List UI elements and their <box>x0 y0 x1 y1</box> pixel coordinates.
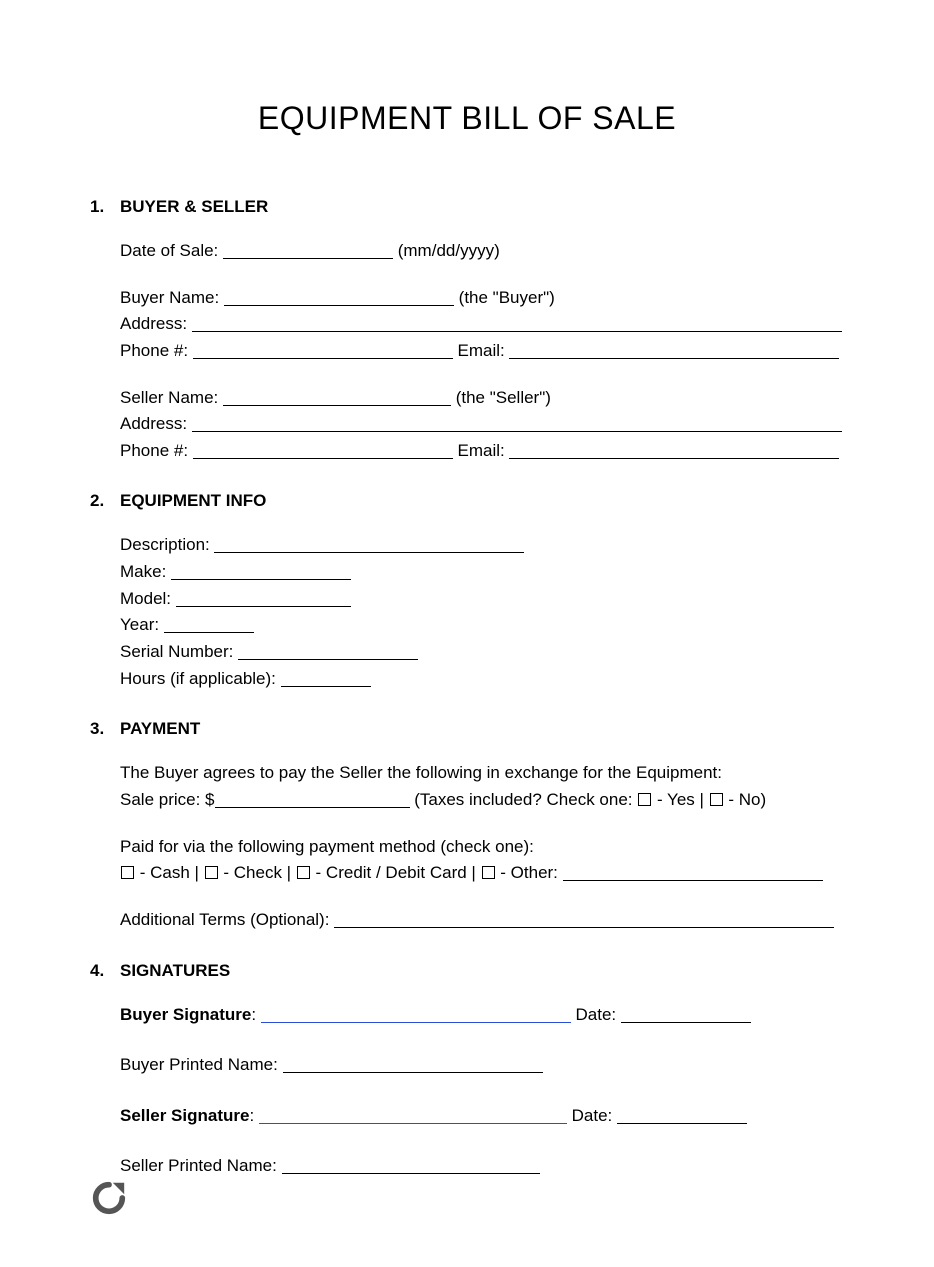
label-seller-email: Email: <box>453 441 510 460</box>
text-payment-intro: The Buyer agrees to pay the Seller the f… <box>120 761 844 786</box>
section-title: SIGNATURES <box>120 961 230 981</box>
label-yes: - Yes | <box>652 790 708 809</box>
input-seller-sig-date[interactable] <box>617 1107 747 1124</box>
checkbox-taxes-no[interactable] <box>710 793 723 806</box>
label-buyer-printed: Buyer Printed Name: <box>120 1055 283 1074</box>
input-seller-signature[interactable] <box>259 1107 567 1124</box>
label-additional-terms: Additional Terms (Optional): <box>120 910 334 929</box>
input-seller-phone[interactable] <box>193 442 453 459</box>
checkbox-check[interactable] <box>205 866 218 879</box>
input-buyer-address[interactable] <box>192 315 842 332</box>
checkbox-other[interactable] <box>482 866 495 879</box>
label-seller-printed: Seller Printed Name: <box>120 1156 282 1175</box>
input-buyer-name[interactable] <box>224 289 454 306</box>
input-buyer-sig-date[interactable] <box>621 1006 751 1023</box>
section-title: PAYMENT <box>120 719 200 739</box>
checkbox-card[interactable] <box>297 866 310 879</box>
input-description[interactable] <box>214 536 524 553</box>
input-date-of-sale[interactable] <box>223 242 393 259</box>
label-seller-address: Address: <box>120 414 192 433</box>
label-the-buyer: (the "Buyer") <box>454 288 555 307</box>
section-equipment-info: 2. EQUIPMENT INFO Description: Make: Mod… <box>90 491 844 691</box>
input-buyer-printed[interactable] <box>283 1056 543 1073</box>
label-description: Description: <box>120 535 214 554</box>
checkbox-cash[interactable] <box>121 866 134 879</box>
input-seller-address[interactable] <box>192 415 842 432</box>
label-taxes-q: (Taxes included? Check one: <box>410 790 638 809</box>
section-title: BUYER & SELLER <box>120 197 268 217</box>
label-cash: - Cash | <box>135 863 204 882</box>
label-seller-phone: Phone #: <box>120 441 193 460</box>
section-buyer-seller: 1. BUYER & SELLER Date of Sale: (mm/dd/y… <box>90 197 844 463</box>
input-serial[interactable] <box>238 643 418 660</box>
label-date-of-sale: Date of Sale: <box>120 241 223 260</box>
input-sale-price[interactable] <box>215 791 410 808</box>
input-make[interactable] <box>171 563 351 580</box>
page-title: EQUIPMENT BILL OF SALE <box>90 100 844 137</box>
label-model: Model: <box>120 589 176 608</box>
input-seller-printed[interactable] <box>282 1157 540 1174</box>
section-number: 3. <box>90 719 120 739</box>
checkbox-taxes-yes[interactable] <box>638 793 651 806</box>
label-buyer-phone: Phone #: <box>120 341 193 360</box>
label-sale-price: Sale price: $ <box>120 790 215 809</box>
section-payment: 3. PAYMENT The Buyer agrees to pay the S… <box>90 719 844 932</box>
label-paid-via: Paid for via the following payment metho… <box>120 835 844 860</box>
input-buyer-phone[interactable] <box>193 342 453 359</box>
input-buyer-email[interactable] <box>509 342 839 359</box>
label-serial: Serial Number: <box>120 642 238 661</box>
label-check: - Check | <box>219 863 296 882</box>
label-buyer-name: Buyer Name: <box>120 288 224 307</box>
input-other[interactable] <box>563 864 823 881</box>
input-buyer-signature[interactable] <box>261 1006 571 1023</box>
section-number: 2. <box>90 491 120 511</box>
label-buyer-signature: Buyer Signature <box>120 1005 251 1024</box>
label-buyer-address: Address: <box>120 314 192 333</box>
label-card: - Credit / Debit Card | <box>311 863 481 882</box>
section-number: 1. <box>90 197 120 217</box>
label-buyer-email: Email: <box>453 341 510 360</box>
section-title: EQUIPMENT INFO <box>120 491 266 511</box>
label-seller-signature: Seller Signature <box>120 1106 249 1125</box>
input-year[interactable] <box>164 616 254 633</box>
label-date-hint: (mm/dd/yyyy) <box>393 241 500 260</box>
label-seller-name: Seller Name: <box>120 388 223 407</box>
document-page: EQUIPMENT BILL OF SALE 1. BUYER & SELLER… <box>0 0 934 1267</box>
label-buyer-sig-date: Date: <box>571 1005 621 1024</box>
input-seller-name[interactable] <box>223 389 451 406</box>
label-no: - No) <box>724 790 767 809</box>
logo-icon <box>90 1179 128 1217</box>
label-other: - Other: <box>496 863 563 882</box>
label-make: Make: <box>120 562 171 581</box>
input-additional-terms[interactable] <box>334 911 834 928</box>
label-year: Year: <box>120 615 164 634</box>
input-model[interactable] <box>176 590 351 607</box>
label-the-seller: (the "Seller") <box>451 388 551 407</box>
input-hours[interactable] <box>281 670 371 687</box>
label-hours: Hours (if applicable): <box>120 669 281 688</box>
section-signatures: 4. SIGNATURES Buyer Signature: Date: Buy… <box>90 961 844 1180</box>
section-number: 4. <box>90 961 120 981</box>
label-seller-sig-date: Date: <box>567 1106 617 1125</box>
input-seller-email[interactable] <box>509 442 839 459</box>
